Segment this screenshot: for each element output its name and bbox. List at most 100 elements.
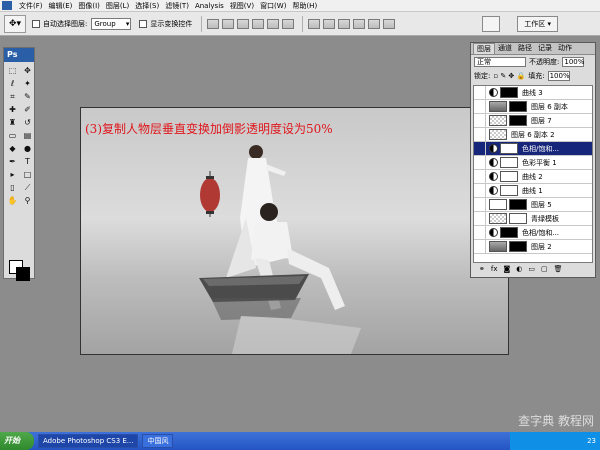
menu-help[interactable]: 帮助(H) bbox=[289, 1, 320, 11]
layer-row[interactable]: 图层 6 副本 2 bbox=[474, 127, 592, 142]
align-left-icon[interactable] bbox=[252, 18, 265, 29]
distribute-bottom-icon[interactable] bbox=[338, 18, 351, 29]
magic-wand-tool-icon[interactable]: ✦ bbox=[21, 78, 34, 90]
path-selection-tool-icon[interactable]: ▸ bbox=[6, 169, 19, 181]
new-layer-icon[interactable]: ▢ bbox=[541, 265, 548, 273]
visibility-toggle[interactable] bbox=[474, 183, 486, 198]
layer-row[interactable]: 图层 2 bbox=[474, 239, 592, 254]
tab-history[interactable]: 记录 bbox=[535, 43, 555, 54]
lasso-tool-icon[interactable]: ℓ bbox=[6, 78, 19, 90]
menu-window[interactable]: 窗口(W) bbox=[257, 1, 289, 11]
clone-stamp-tool-icon[interactable]: ♜ bbox=[6, 117, 19, 129]
shape-tool-icon[interactable]: □ bbox=[21, 169, 34, 181]
visibility-toggle[interactable] bbox=[474, 99, 486, 114]
menu-analysis[interactable]: Analysis bbox=[192, 2, 227, 10]
zoom-tool-icon[interactable]: ⚲ bbox=[21, 195, 34, 207]
start-button[interactable]: 开始 bbox=[0, 432, 34, 450]
menu-file[interactable]: 文件(F) bbox=[16, 1, 46, 11]
tab-layers[interactable]: 图层 bbox=[473, 43, 495, 54]
align-right-icon[interactable] bbox=[282, 18, 295, 29]
menu-edit[interactable]: 编辑(E) bbox=[46, 1, 76, 11]
visibility-toggle[interactable] bbox=[474, 197, 486, 212]
layer-mask-thumbnail[interactable] bbox=[500, 143, 518, 154]
distribute-top-icon[interactable] bbox=[308, 18, 321, 29]
pen-tool-icon[interactable]: ✒ bbox=[6, 156, 19, 168]
visibility-toggle[interactable] bbox=[474, 141, 486, 156]
new-adjustment-icon[interactable]: ◐ bbox=[516, 265, 522, 273]
layer-row[interactable]: 图层 5 bbox=[474, 197, 592, 212]
visibility-toggle[interactable] bbox=[474, 211, 486, 226]
eraser-tool-icon[interactable]: ▭ bbox=[6, 130, 19, 142]
distribute-right-icon[interactable] bbox=[383, 18, 396, 29]
auto-select-type-dropdown[interactable]: Group bbox=[91, 17, 132, 30]
type-tool-icon[interactable]: T bbox=[21, 156, 34, 168]
delete-layer-icon[interactable]: 🗑 bbox=[554, 265, 563, 273]
layer-row[interactable]: 图层 6 副本 bbox=[474, 99, 592, 114]
visibility-toggle[interactable] bbox=[474, 127, 486, 142]
visibility-toggle[interactable] bbox=[474, 113, 486, 128]
auto-select-checkbox[interactable] bbox=[32, 19, 40, 28]
tab-paths[interactable]: 路径 bbox=[515, 43, 535, 54]
align-hcenter-icon[interactable] bbox=[267, 18, 280, 29]
notes-tool-icon[interactable]: ▯ bbox=[6, 182, 19, 194]
move-tool-icon[interactable]: ✥ bbox=[21, 65, 34, 77]
taskbar-item-photoshop[interactable]: Adobe Photoshop CS3 E... bbox=[38, 434, 139, 448]
bridge-icon[interactable] bbox=[482, 16, 500, 32]
layer-row[interactable]: 曲线 2 bbox=[474, 169, 592, 184]
visibility-toggle[interactable] bbox=[474, 239, 486, 254]
tab-actions[interactable]: 动作 bbox=[555, 43, 575, 54]
visibility-toggle[interactable] bbox=[474, 155, 486, 170]
layer-row[interactable]: 曲线 1 bbox=[474, 183, 592, 198]
distribute-left-icon[interactable] bbox=[353, 18, 366, 29]
document-canvas[interactable]: (3)复制人物层垂直变换加倒影透明度设为50% bbox=[80, 107, 509, 355]
layer-mask-thumbnail[interactable] bbox=[509, 241, 527, 252]
layer-row[interactable]: 色彩平衡 1 bbox=[474, 155, 592, 170]
layer-mask-thumbnail[interactable] bbox=[509, 213, 527, 224]
layer-row-selected[interactable]: 色相/饱和... bbox=[474, 141, 592, 156]
background-color-swatch[interactable] bbox=[16, 267, 30, 281]
menu-layer[interactable]: 图层(L) bbox=[103, 1, 132, 11]
align-top-icon[interactable] bbox=[207, 18, 220, 29]
show-transform-checkbox[interactable] bbox=[139, 19, 148, 28]
visibility-toggle[interactable] bbox=[474, 225, 486, 240]
layer-row[interactable]: 色相/饱和... bbox=[474, 225, 592, 240]
hand-tool-icon[interactable]: ✋ bbox=[6, 195, 19, 207]
layer-mask-thumbnail[interactable] bbox=[509, 199, 527, 210]
opacity-input[interactable]: 100% bbox=[562, 57, 584, 67]
blend-mode-dropdown[interactable]: 正常 bbox=[474, 57, 526, 67]
move-tool-preset-button[interactable]: ✥▾ bbox=[4, 14, 26, 33]
layer-mask-thumbnail[interactable] bbox=[509, 115, 527, 126]
layer-mask-thumbnail[interactable] bbox=[509, 101, 527, 112]
workspace-button[interactable]: 工作区 ▾ bbox=[517, 16, 558, 32]
layer-mask-thumbnail[interactable] bbox=[500, 227, 518, 238]
layer-row[interactable]: 曲线 3 bbox=[474, 86, 592, 100]
crop-tool-icon[interactable]: ⌗ bbox=[6, 91, 19, 103]
menu-select[interactable]: 选择(S) bbox=[132, 1, 162, 11]
layer-row[interactable]: 青绿模板 bbox=[474, 211, 592, 226]
visibility-toggle[interactable] bbox=[474, 169, 486, 184]
align-bottom-icon[interactable] bbox=[237, 18, 250, 29]
distribute-vcenter-icon[interactable] bbox=[323, 18, 336, 29]
healing-brush-tool-icon[interactable]: ✚ bbox=[6, 104, 19, 116]
menu-view[interactable]: 视图(V) bbox=[227, 1, 257, 11]
distribute-hcenter-icon[interactable] bbox=[368, 18, 381, 29]
blur-tool-icon[interactable]: ◆ bbox=[6, 143, 19, 155]
eyedropper-tool-icon[interactable]: ⟋ bbox=[21, 182, 34, 194]
visibility-toggle[interactable] bbox=[474, 86, 486, 100]
menu-image[interactable]: 图像(I) bbox=[75, 1, 103, 11]
layer-mask-thumbnail[interactable] bbox=[500, 157, 518, 168]
layer-style-icon[interactable]: fx bbox=[491, 265, 498, 273]
fill-input[interactable]: 100% bbox=[547, 71, 570, 81]
brush-tool-icon[interactable]: ✐ bbox=[21, 104, 34, 116]
gradient-tool-icon[interactable]: ▤ bbox=[21, 130, 34, 142]
lock-icons[interactable]: ▫ ✎ ✥ 🔒 bbox=[493, 72, 525, 80]
new-group-icon[interactable]: ▭ bbox=[528, 265, 535, 273]
align-vcenter-icon[interactable] bbox=[222, 18, 235, 29]
taskbar-item-folder[interactable]: 中国风 bbox=[142, 434, 174, 448]
layer-mask-thumbnail[interactable] bbox=[500, 185, 518, 196]
dodge-tool-icon[interactable]: ● bbox=[21, 143, 34, 155]
layer-row[interactable]: 图层 7 bbox=[474, 113, 592, 128]
marquee-tool-icon[interactable]: ⬚ bbox=[6, 65, 19, 77]
layer-mask-thumbnail[interactable] bbox=[500, 87, 518, 98]
history-brush-tool-icon[interactable]: ↺ bbox=[21, 117, 34, 129]
